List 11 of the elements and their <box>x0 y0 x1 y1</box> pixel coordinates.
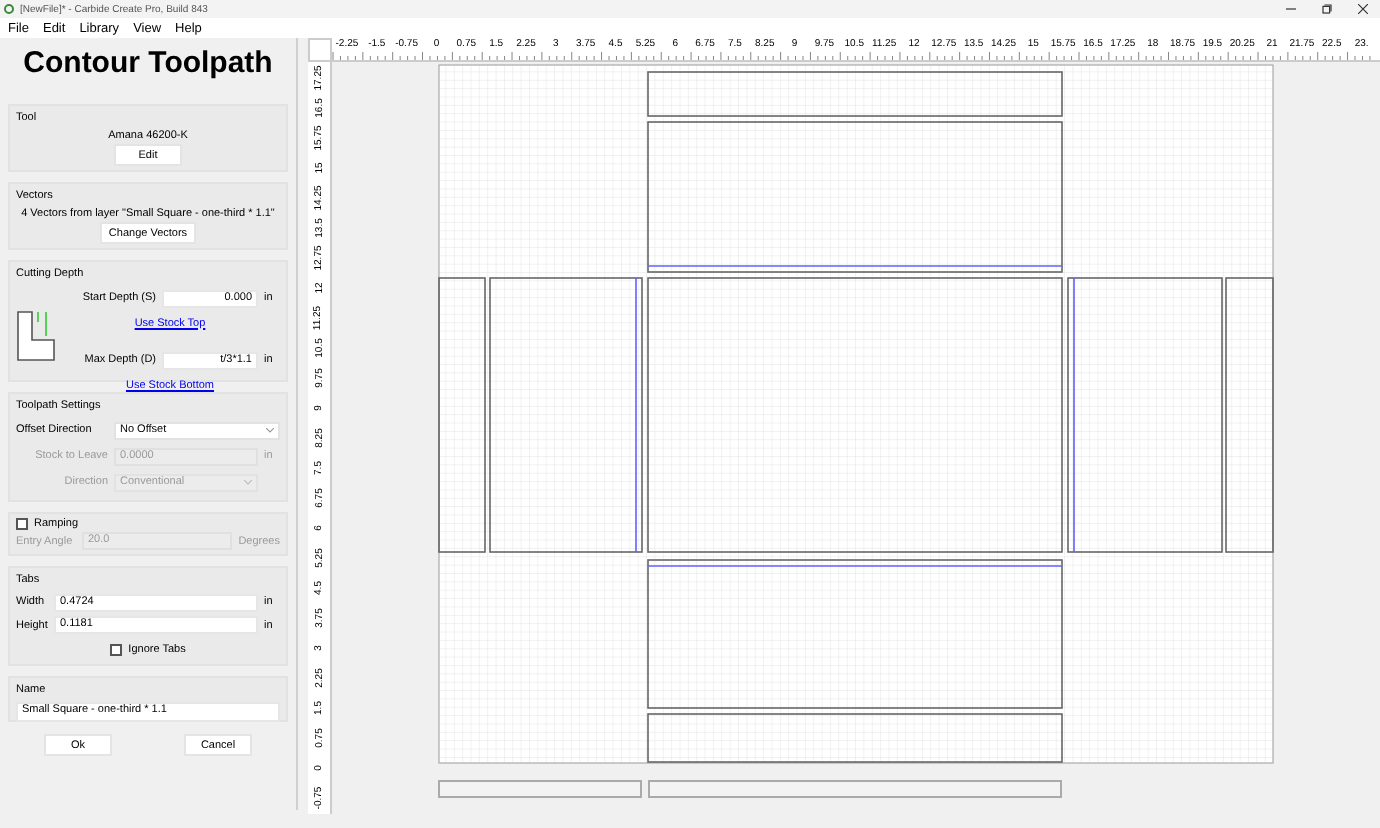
depth-diagram-icon <box>16 310 56 362</box>
chevron-icon <box>244 479 252 485</box>
restore-icon[interactable] <box>1322 4 1332 14</box>
design-canvas[interactable] <box>438 64 1274 764</box>
minimize-icon[interactable] <box>1286 4 1296 14</box>
chevron-icon <box>266 427 274 433</box>
app-icon <box>4 4 14 14</box>
close-icon[interactable] <box>1358 4 1368 14</box>
ignore-tabs-checkbox[interactable] <box>110 643 123 655</box>
panel-title: Contour Toolpath <box>21 44 275 84</box>
ramping-checkbox[interactable] <box>16 518 28 530</box>
